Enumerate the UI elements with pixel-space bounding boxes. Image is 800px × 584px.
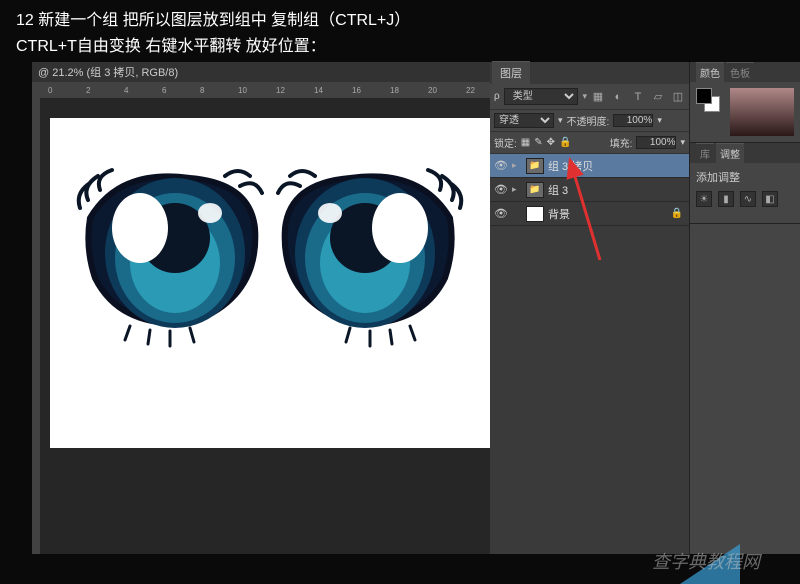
ruler-mark: 14	[314, 86, 352, 95]
curves-icon[interactable]: ∿	[740, 191, 756, 207]
chevron-down-icon: ▾	[558, 115, 563, 126]
layer-name[interactable]: 组 3 拷贝	[548, 158, 593, 174]
levels-icon[interactable]: ▮	[718, 191, 734, 207]
tab-adjustments[interactable]: 调整	[716, 143, 744, 163]
ruler-mark: 20	[428, 86, 466, 95]
layer-thumbnail	[526, 206, 544, 222]
opacity-label: 不透明度:	[567, 113, 610, 128]
filter-kind-select[interactable]: 类型	[504, 88, 579, 105]
layer-name[interactable]: 背景	[548, 206, 570, 222]
visibility-icon[interactable]: 👁	[490, 159, 512, 172]
filter-type-icon[interactable]: T	[631, 90, 645, 104]
ruler-mark: 10	[238, 86, 276, 95]
lock-brush-icon[interactable]: ✎	[534, 137, 542, 148]
canvas[interactable]	[50, 118, 490, 448]
ruler-mark: 4	[124, 86, 162, 95]
expand-arrow-icon[interactable]: ▸	[512, 160, 526, 171]
lock-move-icon[interactable]: ✥	[547, 137, 555, 148]
ruler-mark: 18	[390, 86, 428, 95]
anime-eye-right	[270, 158, 470, 348]
watermark-text: 查字典教程网	[652, 548, 760, 574]
chevron-down-icon: ▾	[657, 115, 662, 126]
layer-background[interactable]: 👁 背景 🔒	[490, 202, 689, 226]
filter-shape-icon[interactable]: ▱	[651, 90, 665, 104]
expand-arrow-icon[interactable]: ▸	[512, 184, 526, 195]
brightness-icon[interactable]: ☀	[696, 191, 712, 207]
opacity-input[interactable]	[613, 114, 653, 127]
filter-adjust-icon[interactable]: ◐	[611, 90, 625, 104]
filter-smart-icon[interactable]: ◫	[671, 90, 685, 104]
filter-pixel-icon[interactable]: ▦	[591, 90, 605, 104]
layer-list[interactable]: 👁 ▸ 📁 组 3 拷贝 👁 ▸ 📁 组 3 👁 背景	[490, 154, 689, 554]
lock-all-icon[interactable]: 🔒	[559, 137, 571, 148]
folder-icon: 📁	[526, 182, 544, 198]
chevron-down-icon: ▾	[582, 91, 587, 102]
filter-kind-icon[interactable]: ρ	[494, 91, 500, 102]
exposure-icon[interactable]: ◧	[762, 191, 778, 207]
folder-icon: 📁	[526, 158, 544, 174]
ruler-vertical[interactable]	[32, 98, 40, 554]
ruler-mark: 2	[86, 86, 124, 95]
instruction-transform: CTRL+T自由变换 右键水平翻转 放好位置：	[16, 34, 784, 60]
document-title: @ 21.2% (组 3 拷贝, RGB/8)	[32, 62, 490, 82]
color-ramp[interactable]	[730, 88, 794, 136]
instruction-step: 12 新建一个组 把所以图层放到组中 复制组（CTRL+J）	[16, 8, 784, 34]
foreground-color[interactable]	[696, 88, 712, 104]
foreground-background-colors[interactable]	[696, 88, 720, 112]
ruler-mark: 0	[48, 86, 86, 95]
ruler-horizontal[interactable]: 0 2 4 6 8 10 12 14 16 18 20 22 24 26	[32, 82, 490, 98]
visibility-icon[interactable]: 👁	[490, 183, 512, 196]
layer-group-3[interactable]: 👁 ▸ 📁 组 3	[490, 178, 689, 202]
photoshop-window: @ 21.2% (组 3 拷贝, RGB/8) 0 2 4 6 8 10 12 …	[32, 62, 800, 554]
tab-library[interactable]: 库	[696, 143, 714, 163]
layer-group-copy[interactable]: 👁 ▸ 📁 组 3 拷贝	[490, 154, 689, 178]
fill-label: 填充:	[610, 135, 633, 150]
add-adjustment-label: 添加调整	[696, 169, 794, 185]
tab-color[interactable]: 颜色	[696, 62, 724, 82]
canvas-area[interactable]	[40, 98, 490, 554]
ruler-mark: 6	[162, 86, 200, 95]
ruler-mark: 8	[200, 86, 238, 95]
ruler-mark: 12	[276, 86, 314, 95]
chevron-down-icon: ▾	[680, 137, 685, 148]
lock-icon: 🔒	[671, 208, 683, 219]
lock-label: 锁定:	[494, 135, 517, 150]
fill-input[interactable]	[636, 136, 676, 149]
visibility-icon[interactable]: 👁	[490, 207, 512, 220]
ruler-mark: 16	[352, 86, 390, 95]
anime-eye-left	[70, 158, 270, 348]
tab-layers[interactable]: 图层	[492, 61, 530, 84]
lock-transparency-icon[interactable]: ▦	[521, 137, 530, 148]
blend-mode-select[interactable]: 穿透	[494, 113, 554, 128]
tab-swatches[interactable]: 色板	[726, 62, 754, 82]
layer-name[interactable]: 组 3	[548, 182, 568, 198]
ruler-mark: 22	[466, 86, 490, 95]
